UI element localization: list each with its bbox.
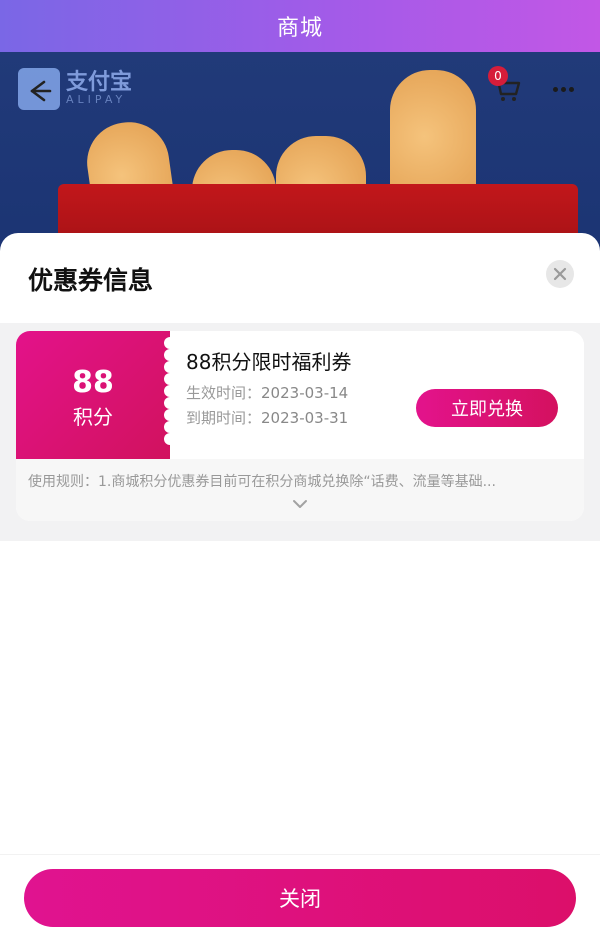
more-button[interactable] [548,74,578,104]
coupon-card: 88 积分 88积分限时福利券 生效时间：2023-03-14 到期时间：202… [16,331,584,521]
footer: 关闭 [0,855,600,951]
chevron-down-icon[interactable] [292,497,308,511]
back-arrow-icon [30,80,52,102]
coupon-start-row: 生效时间：2023-03-14 [186,381,348,406]
brand-sub: ALIPAY [66,92,127,106]
cart-button[interactable]: 0 [486,66,526,108]
coupon-end-row: 到期时间：2023-03-31 [186,406,348,431]
coupon-start-date: 2023-03-14 [261,384,349,402]
app-header: 商城 [0,0,600,52]
coupon-rules[interactable]: 使用规则：1.商城积分优惠券目前可在积分商城兑换除“话费、流量等基础... [16,459,584,521]
redeem-button[interactable]: 立即兑换 [416,389,558,427]
more-icon [568,86,574,92]
sheet-title: 优惠券信息 [28,266,154,295]
cart-badge: 0 [488,66,508,86]
page-title: 商城 [276,16,323,41]
close-button[interactable]: 关闭 [24,869,576,927]
coupon-info-sheet: 优惠券信息 88 积分 88积分限时福利券 生效时间：2023-03-14 到期… [0,233,600,951]
coupon-dates: 生效时间：2023-03-14 到期时间：2023-03-31 [186,381,348,431]
more-icon [560,86,566,92]
brand-name: 支付宝 [66,69,133,95]
coupon-main: 88 积分 88积分限时福利券 生效时间：2023-03-14 到期时间：202… [16,331,584,459]
back-button[interactable] [18,70,60,112]
coupon-points-panel: 88 积分 [16,331,176,459]
more-icon [552,86,558,92]
banner: 支付宝 ALIPAY 0 [0,52,600,262]
coupon-rules-text: 使用规则：1.商城积分优惠券目前可在积分商城兑换除“话费、流量等基础... [28,474,496,490]
coupon-end-label: 到期时间： [186,409,262,427]
coupon-start-label: 生效时间： [186,384,262,402]
coupon-list: 88 积分 88积分限时福利券 生效时间：2023-03-14 到期时间：202… [0,323,600,541]
coupon-name: 88积分限时福利券 [186,350,352,374]
coupon-points-unit: 积分 [73,405,113,429]
coupon-end-date: 2023-03-31 [261,409,349,427]
coupon-points-value: 88 [72,365,114,400]
close-x-icon [553,267,567,281]
close-icon[interactable] [546,260,574,288]
